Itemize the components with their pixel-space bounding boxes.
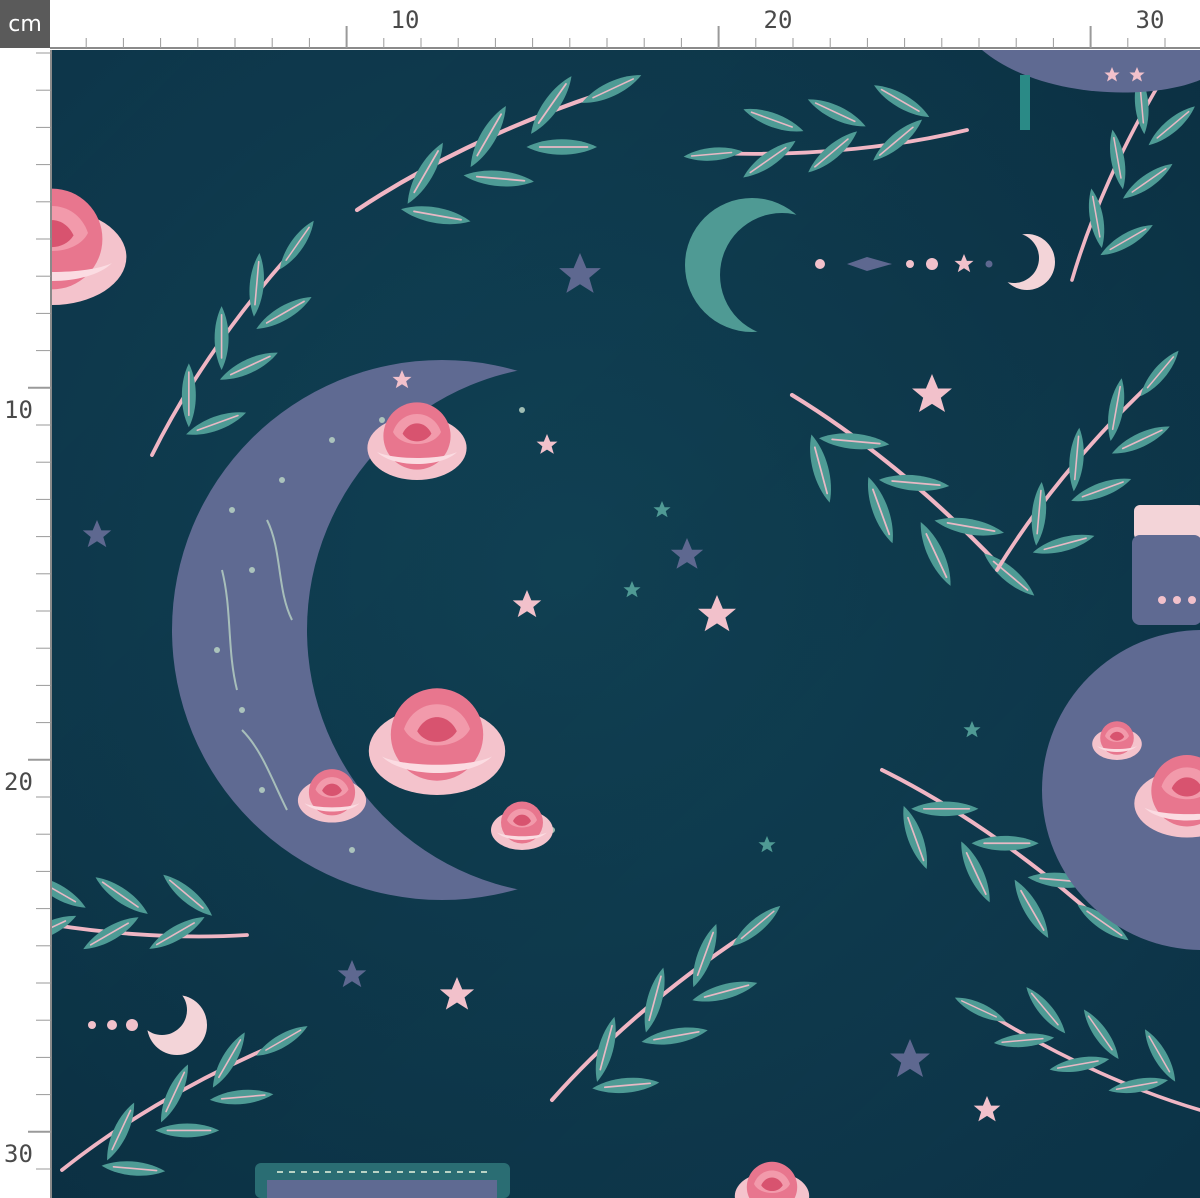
top-ruler-label-10: 10 [391,6,420,34]
unit-label: cm [0,0,50,48]
left-ruler-label-30: 30 [4,1140,33,1168]
left-ruler-label-10: 10 [4,396,33,424]
top-ruler: 10 20 30 [50,0,1200,50]
left-ruler: 10 20 30 [0,50,52,1198]
crescent-moon [685,198,819,332]
swatch-preview: cm 10 20 30 10 20 30 [0,0,1200,1198]
potion-bottle [255,1163,510,1198]
left-ruler-label-20: 20 [4,768,33,796]
top-ruler-label-20: 20 [764,6,793,34]
fabric-pattern [52,50,1200,1198]
top-ruler-label-30: 30 [1136,6,1165,34]
